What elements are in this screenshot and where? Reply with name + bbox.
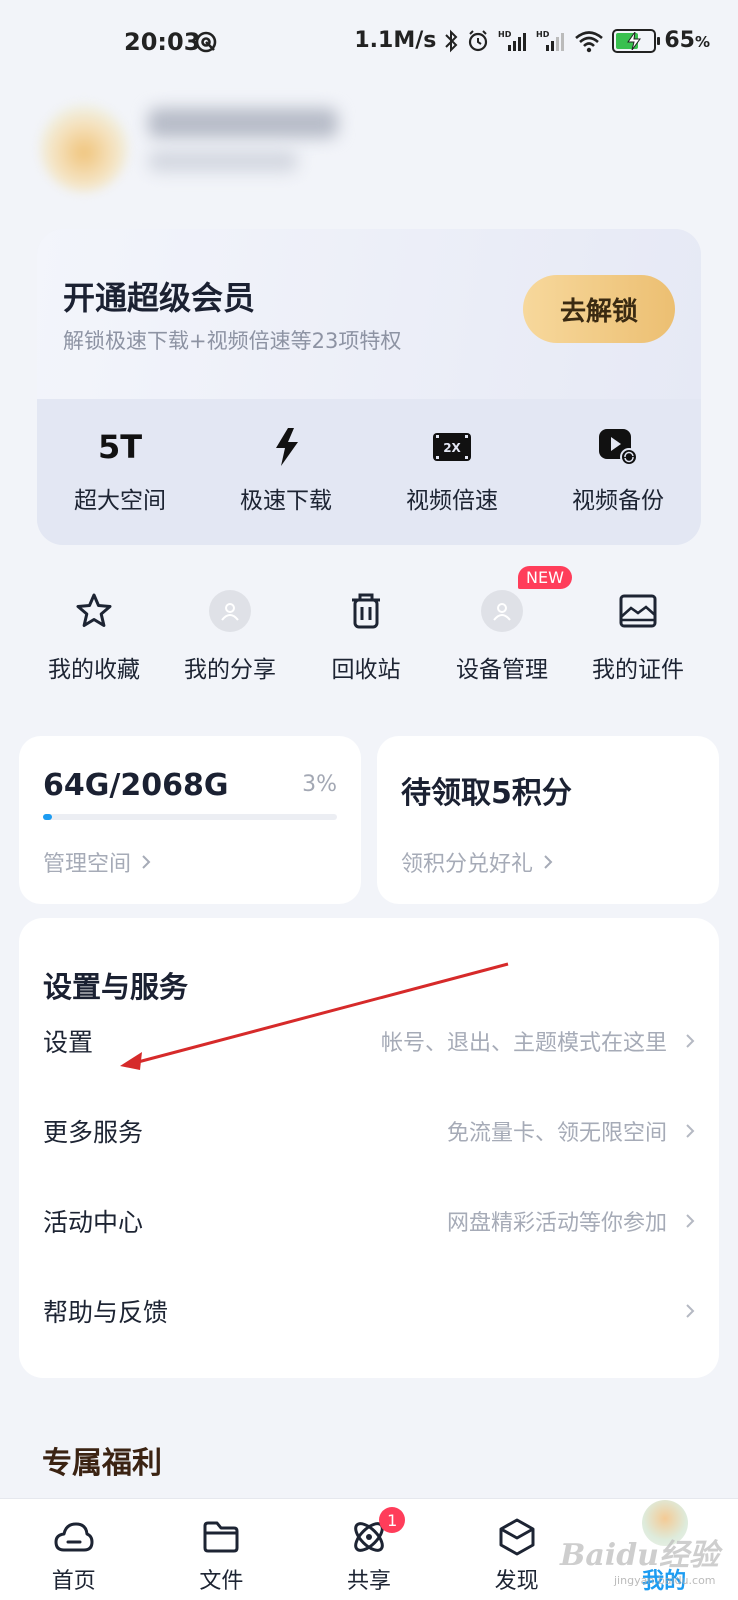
cloud-icon: [54, 1517, 94, 1557]
perk-storage[interactable]: 5T 超大空间: [37, 399, 203, 545]
perk-download[interactable]: 极速下载: [203, 399, 369, 545]
shortcut-label: 设备管理: [456, 657, 548, 683]
storage-percent: 3%: [302, 772, 337, 797]
storage-progress-bar: [43, 814, 337, 820]
svg-text:2X: 2X: [443, 441, 461, 455]
row-label: 更多服务: [43, 1118, 144, 1147]
shortcut-device-management[interactable]: NEW 设备管理: [434, 566, 572, 684]
vip-card[interactable]: 开通超级会员 解锁极速下载+视频倍速等23项特权 去解锁 5T 超大空间 极速下…: [37, 229, 701, 545]
row-description: 免流量卡、领无限空间: [446, 1121, 667, 1146]
avatar-placeholder-icon: [209, 590, 251, 632]
speed-2x-icon: 2X: [432, 425, 472, 469]
avatar-placeholder-icon: [481, 590, 523, 632]
vip-title: 开通超级会员: [63, 279, 256, 317]
hotspot-icon: [194, 30, 218, 58]
chevron-right-icon: [142, 855, 151, 869]
unlock-button[interactable]: 去解锁: [523, 275, 675, 343]
status-indicators: 1.1M/s HD HD 65%: [354, 28, 710, 53]
nav-label: 发现: [494, 1569, 539, 1594]
video-backup-icon: [597, 425, 639, 469]
storage-usage: 64G/2068G: [43, 768, 229, 803]
signal-hd-icon: HD: [536, 29, 566, 53]
nav-label: 文件: [199, 1569, 244, 1594]
redeem-points-label: 领积分兑好礼: [401, 852, 534, 877]
shortcut-label: 回收站: [331, 657, 401, 683]
alarm-icon: [466, 29, 490, 53]
perk-speed[interactable]: 2X 视频倍速: [369, 399, 535, 545]
shortcut-my-share[interactable]: 我的分享: [162, 586, 298, 684]
row-label: 活动中心: [43, 1208, 144, 1237]
chevron-right-icon: [686, 1124, 695, 1138]
vip-subtitle: 解锁极速下载+视频倍速等23项特权: [63, 329, 402, 353]
help-feedback-row[interactable]: 帮助与反馈: [19, 1266, 719, 1356]
nav-label: 共享: [346, 1569, 391, 1594]
wifi-icon: [574, 29, 604, 53]
perk-backup[interactable]: 视频备份: [535, 399, 701, 545]
nav-home[interactable]: 首页: [0, 1499, 148, 1600]
bluetooth-icon: [444, 29, 458, 53]
vip-banner: 开通超级会员 解锁极速下载+视频倍速等23项特权 去解锁: [37, 229, 701, 399]
shortcut-label: 我的分享: [184, 657, 276, 683]
nav-label: 首页: [51, 1569, 96, 1594]
row-label: 帮助与反馈: [43, 1298, 169, 1327]
perk-label: 视频倍速: [406, 488, 498, 514]
user-info-blurred: [148, 150, 298, 172]
battery-percent: 65%: [664, 28, 710, 53]
shortcut-row: 我的收藏 我的分享 回收站 NEW 设备管理 我的证件: [26, 566, 706, 684]
activity-center-row[interactable]: 活动中心 网盘精彩活动等你参加: [19, 1176, 719, 1266]
svg-text:HD: HD: [536, 30, 550, 39]
baidu-watermark: Baidu经验: [560, 1538, 719, 1573]
id-card-icon: [618, 586, 658, 636]
shortcut-label: 我的证件: [592, 657, 684, 683]
perk-label: 超大空间: [74, 488, 166, 514]
trash-icon: [348, 586, 384, 636]
storage-progress-fill: [43, 814, 52, 820]
row-label: 设置: [43, 1028, 94, 1057]
manage-space-label: 管理空间: [43, 852, 132, 877]
status-bar: 20:03 1.1M/s HD HD 65%: [0, 0, 738, 90]
shortcut-recycle-bin[interactable]: 回收站: [298, 586, 434, 684]
signal-hd-icon: HD: [498, 29, 528, 53]
more-services-row[interactable]: 更多服务 免流量卡、领无限空间: [19, 1086, 719, 1176]
storage-card[interactable]: 64G/2068G 3% 管理空间: [19, 736, 361, 904]
row-description: 帐号、退出、主题模式在这里: [380, 1031, 667, 1056]
folder-icon: [202, 1517, 240, 1557]
network-speed: 1.1M/s: [354, 28, 437, 53]
cube-icon: [499, 1517, 535, 1557]
username-blurred[interactable]: [148, 108, 338, 138]
share-badge: 1: [379, 1507, 406, 1533]
points-title: 待领取5积分: [401, 776, 572, 811]
settings-services-card: 设置与服务 设置 帐号、退出、主题模式在这里 更多服务 免流量卡、领无限空间 活…: [19, 918, 719, 1378]
chevron-right-icon: [686, 1034, 695, 1048]
svg-text:HD: HD: [498, 30, 512, 39]
baidu-watermark-url: jingyan.baidu.com: [614, 1574, 716, 1587]
shortcut-label: 我的收藏: [48, 657, 140, 683]
vip-perks: 5T 超大空间 极速下载 2X 视频倍速 视频备份: [37, 399, 701, 545]
status-time: 20:03: [124, 28, 201, 56]
battery-charging-icon: [612, 28, 661, 53]
chevron-right-icon: [544, 855, 553, 869]
nav-files[interactable]: 文件: [148, 1499, 296, 1600]
avatar[interactable]: [40, 104, 128, 192]
settings-row[interactable]: 设置 帐号、退出、主题模式在这里: [19, 996, 719, 1086]
shortcut-my-documents[interactable]: 我的证件: [570, 586, 706, 684]
exclusive-benefits-title: 专属福利: [42, 1446, 162, 1481]
manage-space-link[interactable]: 管理空间: [43, 846, 151, 878]
redeem-points-link[interactable]: 领积分兑好礼: [401, 846, 553, 878]
shortcut-favorites[interactable]: 我的收藏: [26, 586, 162, 684]
chevron-right-icon: [686, 1214, 695, 1228]
points-card[interactable]: 待领取5积分 领积分兑好礼: [377, 736, 719, 904]
row-description: 网盘精彩活动等你参加: [446, 1211, 667, 1236]
lightning-icon: [272, 425, 300, 469]
perk-label: 视频备份: [572, 488, 664, 514]
new-badge: NEW: [518, 566, 572, 589]
chevron-right-icon: [686, 1304, 695, 1318]
5t-icon: 5T: [97, 428, 143, 466]
star-icon: [75, 586, 113, 636]
nav-share[interactable]: 1 共享: [295, 1499, 443, 1600]
perk-label: 极速下载: [240, 488, 332, 514]
